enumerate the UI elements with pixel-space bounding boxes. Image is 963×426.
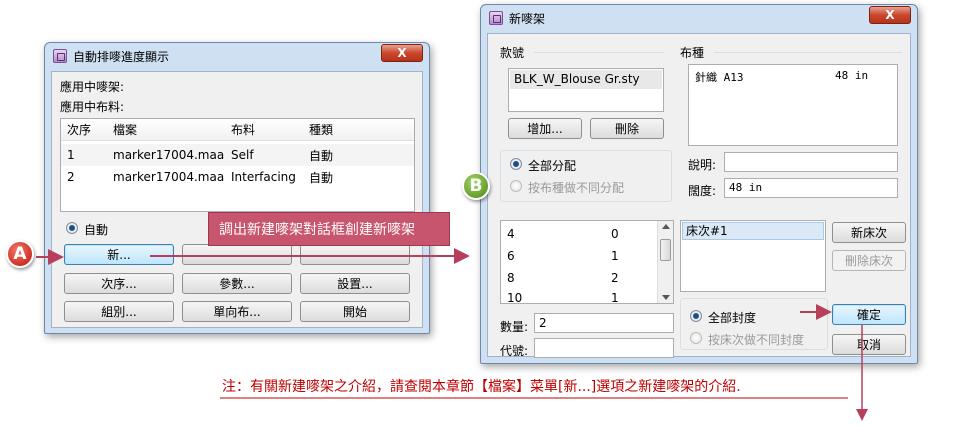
style-group-label: 款號: [500, 46, 525, 60]
delete-style-button[interactable]: 刪除: [590, 118, 664, 139]
table-cell: 自動: [309, 170, 334, 185]
table-cell: Interfacing: [231, 170, 296, 184]
new-marker-window-titlebar: 新嘜架 X: [481, 5, 917, 31]
column-header[interactable]: 檔案: [113, 121, 137, 138]
scroll-thumb[interactable]: [660, 239, 671, 261]
progress-table[interactable]: 次序 檔案 布料 種類 1 marker17004.maa Self 自動 2 …: [60, 118, 415, 212]
column-header[interactable]: 種類: [309, 121, 333, 138]
quantity-cell: 1: [611, 249, 619, 263]
table-cell: 2: [67, 170, 75, 184]
by-bed-seal-radio[interactable]: [690, 332, 702, 344]
reference-note: 注：有關新建嘜架之介紹，請查閱本章節【檔案】菜單[新...]選項之新建嘜架的介紹…: [222, 379, 741, 395]
group-button[interactable]: 組別...: [64, 301, 174, 322]
progress-window-title: 自動排嘜進度顯示: [73, 49, 170, 64]
table-cell: Self: [231, 148, 254, 162]
column-header[interactable]: 布料: [231, 121, 255, 138]
all-distribution-radio[interactable]: [510, 158, 522, 170]
table-row[interactable]: 1 marker17004.maa Self 自動: [61, 144, 414, 166]
progress-window: 自動排嘜進度顯示 X 應用中嘜架: 應用中布料: 次序 檔案 布料 種類 1 m…: [44, 42, 430, 334]
size-cell: 10: [507, 291, 523, 304]
new-marker-window-body: 款號 BLK_W_Blouse Gr.sty 增加... 刪除 布種 針織 A1…: [487, 33, 911, 358]
divider: [714, 52, 902, 53]
new-marker-button[interactable]: 新...: [64, 244, 174, 265]
hidden-button-2[interactable]: [182, 244, 292, 265]
app-icon: [489, 11, 503, 25]
close-button[interactable]: X: [381, 44, 423, 62]
code-field[interactable]: [534, 338, 674, 358]
all-distribution-label: 全部分配: [528, 159, 577, 173]
fabric-name[interactable]: 針織 A13: [695, 69, 744, 85]
table-cell: marker17004.maa: [113, 170, 225, 184]
size-cell: 6: [507, 249, 515, 263]
scroll-down-icon[interactable]: [662, 295, 670, 300]
description-field[interactable]: [724, 152, 898, 172]
size-quantity-list[interactable]: 4 0 6 1 8 2 10 1: [500, 220, 674, 304]
table-header: 次序 檔案 布料 種類: [61, 119, 414, 141]
app-icon: [53, 49, 67, 63]
list-item[interactable]: 10 1: [501, 287, 659, 304]
quantity-label: 數量:: [500, 320, 529, 334]
auto-radio[interactable]: [66, 222, 78, 234]
bed-list[interactable]: 床次#1: [680, 220, 826, 292]
column-header[interactable]: 次序: [67, 121, 91, 138]
hidden-button-3[interactable]: [300, 244, 410, 265]
cancel-button[interactable]: 取消: [832, 334, 906, 355]
settings-button[interactable]: 設置...: [300, 273, 410, 294]
list-item[interactable]: 床次#1: [682, 222, 824, 240]
by-fabric-distribution-radio[interactable]: [510, 180, 522, 192]
quantity-field[interactable]: 2: [534, 313, 674, 333]
close-button[interactable]: X: [869, 6, 911, 24]
all-seal-radio[interactable]: [690, 310, 702, 322]
size-cell: 4: [507, 227, 515, 241]
start-button[interactable]: 開始: [300, 301, 410, 322]
list-item[interactable]: 8 2: [501, 267, 659, 289]
quantity-cell: 0: [611, 227, 619, 241]
table-cell: 自動: [309, 148, 334, 163]
size-cell: 8: [507, 271, 515, 285]
step-a-marker: A: [6, 240, 34, 268]
step-b-marker: B: [462, 172, 490, 200]
table-cell: 1: [67, 148, 75, 162]
params-button[interactable]: 參數...: [182, 273, 292, 294]
by-fabric-distribution-label: 按布種做不同分配: [528, 181, 625, 195]
ok-button[interactable]: 確定: [832, 304, 906, 325]
fabric-width[interactable]: 48 in: [835, 69, 868, 82]
description-label: 說明:: [688, 158, 717, 172]
active-marker-label: 應用中嘜架:: [60, 80, 125, 94]
quantity-cell: 1: [611, 291, 619, 304]
table-cell: marker17004.maa: [113, 148, 225, 162]
fabric-list[interactable]: 針織 A13 48 in: [688, 64, 898, 146]
new-marker-window-title: 新嘜架: [509, 11, 546, 26]
width-field[interactable]: 48 in: [724, 178, 898, 198]
list-item[interactable]: BLK_W_Blouse Gr.sty: [510, 70, 662, 89]
width-label: 闊度:: [688, 184, 717, 198]
list-item[interactable]: 4 0: [501, 223, 659, 245]
order-button[interactable]: 次序...: [64, 273, 174, 294]
progress-window-body: 應用中嘜架: 應用中布料: 次序 檔案 布料 種類 1 marker17004.…: [51, 71, 423, 328]
one-way-fabric-button[interactable]: 單向布...: [182, 301, 292, 322]
scroll-up-icon[interactable]: [662, 224, 670, 229]
delete-bed-button[interactable]: 刪除床次: [832, 250, 906, 271]
style-list[interactable]: BLK_W_Blouse Gr.sty: [508, 68, 664, 112]
quantity-cell: 2: [611, 271, 619, 285]
all-seal-label: 全部封度: [708, 311, 757, 325]
auto-radio-label: 自動: [84, 223, 109, 237]
table-row[interactable]: 2 marker17004.maa Interfacing 自動: [61, 166, 414, 188]
divider: [534, 52, 664, 53]
fabric-group-label: 布種: [680, 46, 705, 60]
new-bed-button[interactable]: 新床次: [832, 222, 906, 243]
width-value: 48 in: [729, 181, 763, 194]
code-label: 代號:: [500, 344, 529, 358]
list-item[interactable]: 6 1: [501, 245, 659, 267]
progress-window-titlebar: 自動排嘜進度顯示 X: [45, 43, 429, 69]
active-fabric-label: 應用中布料:: [60, 100, 125, 114]
instruction-callout: 調出新建嘜架對話框創建新嘜架: [208, 212, 450, 246]
add-style-button[interactable]: 增加...: [508, 118, 582, 139]
by-bed-seal-label: 按床次做不同封度: [708, 333, 805, 347]
new-marker-window: 新嘜架 X 款號 BLK_W_Blouse Gr.sty 增加... 刪除 布種…: [480, 4, 918, 364]
scrollbar[interactable]: [657, 221, 673, 303]
quantity-value: 2: [539, 316, 547, 330]
